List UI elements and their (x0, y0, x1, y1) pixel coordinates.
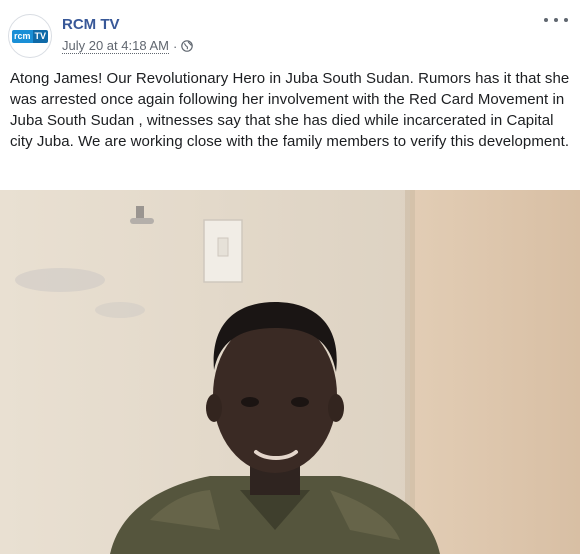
globe-icon[interactable] (181, 40, 194, 52)
post-text: Atong James! Our Revolutionary Hero in J… (10, 70, 570, 150)
post-meta: July 20 at 4:18 AM · (62, 38, 194, 54)
avatar-logo: rcm TV (11, 29, 49, 43)
post-timestamp[interactable]: July 20 at 4:18 AM (62, 38, 169, 54)
more-dot (564, 18, 568, 22)
post-header: rcm TV RCM TV July 20 at 4:18 AM · (0, 0, 580, 66)
avatar-logo-text-tv: TV (32, 29, 49, 43)
page-avatar[interactable]: rcm TV (8, 14, 52, 58)
more-dot (554, 18, 558, 22)
meta-separator: · (172, 38, 178, 54)
post-photo[interactable] (0, 190, 580, 554)
page-name-link[interactable]: RCM TV (62, 16, 120, 33)
facebook-post: rcm TV RCM TV July 20 at 4:18 AM · Atong… (0, 0, 580, 554)
more-dot (544, 18, 548, 22)
avatar-logo-text-rcm: rcm (11, 29, 33, 43)
photo-image (0, 190, 580, 554)
more-options-icon[interactable] (544, 12, 568, 28)
